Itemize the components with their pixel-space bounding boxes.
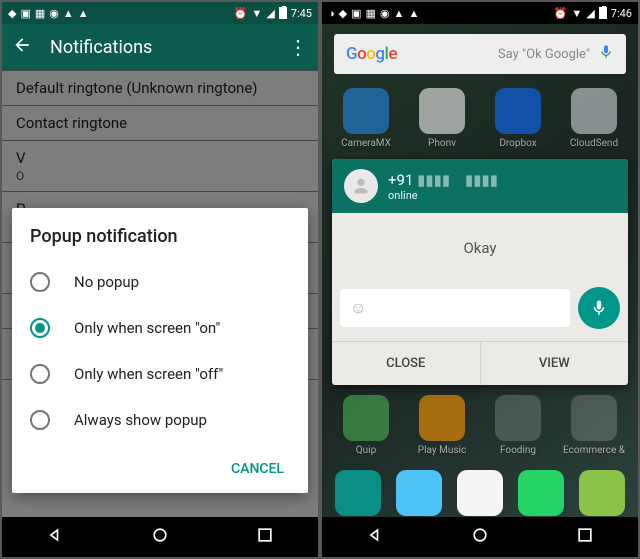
- statusbar: ◆ ▣ ▦ ◉ ▲ ▲ ⏰ ▼ ◢ 7:45: [2, 2, 318, 24]
- clipboard2-icon: ▲: [78, 7, 89, 20]
- dialog-title: Popup notification: [30, 226, 290, 247]
- app-icon[interactable]: Play Music: [411, 395, 473, 456]
- wifi-icon: ▼: [571, 7, 582, 20]
- dominos-icon: ◉: [49, 7, 59, 20]
- nav-back-icon[interactable]: [365, 525, 385, 549]
- popup-header[interactable]: +91 ▮▮▮▮ ▮▮▮▮ online: [332, 159, 628, 213]
- chat-icon: ▣: [20, 7, 30, 20]
- view-button[interactable]: VIEW: [480, 342, 629, 385]
- fb-icon: ◆: [8, 7, 16, 20]
- fb-icon: ◆: [339, 7, 347, 20]
- app-icon[interactable]: Fooding: [487, 395, 549, 456]
- status-time: 7:45: [291, 7, 312, 20]
- radio-option[interactable]: Only when screen "on": [30, 305, 290, 351]
- settings-content: Default ringtone (Unknown ringtone)Conta…: [2, 70, 318, 517]
- popup-contact: +91: [388, 171, 413, 189]
- popup-message: Okay: [332, 213, 628, 283]
- radio-option[interactable]: Only when screen "off": [30, 351, 290, 397]
- clipboard2-icon: ▲: [408, 7, 419, 20]
- wifi-icon: ▼: [251, 7, 262, 20]
- phone-right: ◑ ◆ ▣ ▦ ◉ ▲ ▲ ⏰ ▼ ◢ 7:46 Google Say "Ok …: [322, 2, 638, 557]
- clipboard-icon: ▲: [63, 7, 74, 20]
- radio-icon: [30, 410, 50, 430]
- redacted: ▮▮▮▮ ▮▮▮▮: [417, 171, 498, 189]
- signal-icon: ◢: [586, 7, 594, 20]
- mic-icon[interactable]: [598, 44, 614, 64]
- nav-back-icon[interactable]: [45, 525, 65, 549]
- home-screen: Google Say "Ok Google" CameraMXPhonvDrop…: [322, 24, 638, 517]
- battery-icon: [279, 7, 287, 19]
- navbar: [2, 517, 318, 557]
- overflow-icon[interactable]: ⋮: [288, 35, 308, 59]
- pic-icon: ▦: [35, 7, 45, 20]
- popup-status: online: [388, 189, 498, 202]
- app-icon[interactable]: Phonv: [411, 88, 473, 149]
- app-icon[interactable]: [328, 470, 389, 516]
- whatsapp-icon: ◑: [328, 7, 335, 20]
- signal-icon: ◢: [266, 7, 274, 20]
- phone-left: ◆ ▣ ▦ ◉ ▲ ▲ ⏰ ▼ ◢ 7:45 Notifications ⋮ D…: [2, 2, 318, 557]
- whatsapp-popup: +91 ▮▮▮▮ ▮▮▮▮ online Okay ☺ CLOSE VIEW: [332, 159, 628, 385]
- emoji-icon[interactable]: ☺: [350, 298, 366, 318]
- nav-recent-icon[interactable]: [255, 525, 275, 549]
- actionbar: Notifications ⋮: [2, 24, 318, 70]
- app-icon[interactable]: CloudSend: [563, 88, 625, 149]
- search-hint: Say "Ok Google": [405, 47, 590, 62]
- google-logo: Google: [346, 44, 397, 64]
- alarm-icon: ⏰: [234, 7, 248, 20]
- app-icon[interactable]: [450, 470, 511, 516]
- chat-icon: ▣: [351, 7, 361, 20]
- dominos-icon: ◉: [380, 7, 390, 20]
- app-icon[interactable]: Ecommerce &: [563, 395, 625, 456]
- page-title: Notifications: [50, 37, 270, 58]
- nav-home-icon[interactable]: [150, 525, 170, 549]
- radio-icon: [30, 318, 50, 338]
- avatar-icon: [344, 169, 378, 203]
- app-icon[interactable]: [389, 470, 450, 516]
- radio-icon: [30, 272, 50, 292]
- app-icon[interactable]: Quip: [335, 395, 397, 456]
- pic-icon: ▦: [366, 7, 376, 20]
- google-search-bar[interactable]: Google Say "Ok Google": [334, 34, 626, 74]
- reply-input[interactable]: ☺: [340, 289, 570, 327]
- status-time: 7:46: [611, 7, 632, 20]
- app-icon[interactable]: Dropbox: [487, 88, 549, 149]
- nav-recent-icon[interactable]: [575, 525, 595, 549]
- radio-icon: [30, 364, 50, 384]
- statusbar: ◑ ◆ ▣ ▦ ◉ ▲ ▲ ⏰ ▼ ◢ 7:46: [322, 2, 638, 24]
- alarm-icon: ⏰: [554, 7, 568, 20]
- radio-option[interactable]: No popup: [30, 259, 290, 305]
- clipboard-icon: ▲: [394, 7, 405, 20]
- battery-icon: [599, 7, 607, 19]
- back-icon[interactable]: [12, 35, 32, 59]
- app-icon[interactable]: [510, 470, 571, 516]
- voice-button[interactable]: [578, 287, 620, 329]
- app-icon[interactable]: [571, 470, 632, 516]
- radio-option[interactable]: Always show popup: [30, 397, 290, 443]
- navbar: [322, 517, 638, 557]
- close-button[interactable]: CLOSE: [332, 342, 480, 385]
- cancel-button[interactable]: CANCEL: [225, 451, 290, 487]
- nav-home-icon[interactable]: [470, 525, 490, 549]
- app-icon[interactable]: CameraMX: [335, 88, 397, 149]
- popup-dialog: Popup notification No popupOnly when scr…: [12, 208, 308, 493]
